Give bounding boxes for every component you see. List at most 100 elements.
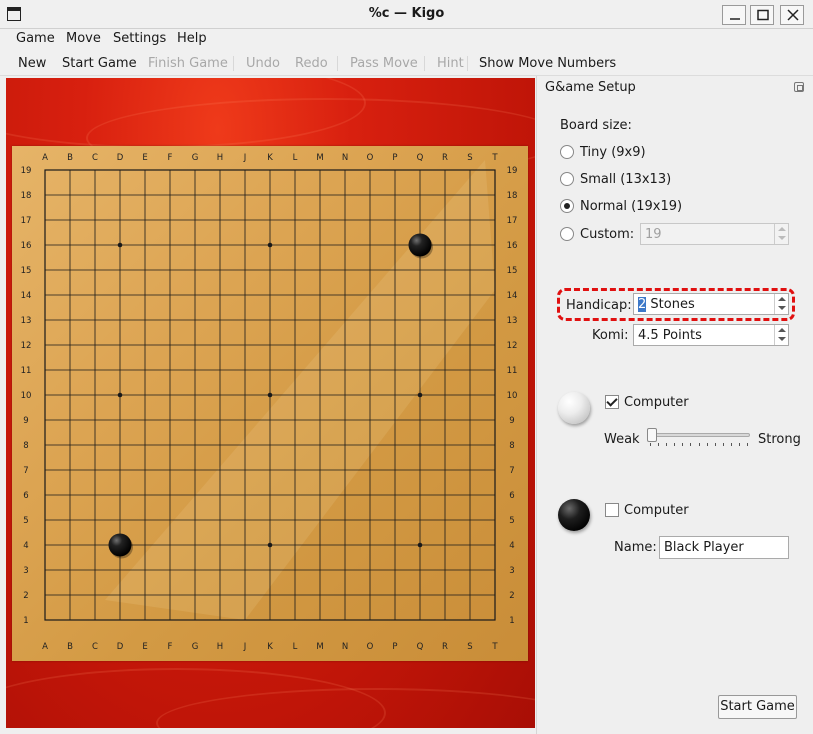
maximize-button[interactable] [750, 5, 774, 25]
row-label: 17 [507, 216, 518, 226]
column-label: B [67, 153, 73, 163]
column-label: B [67, 642, 73, 652]
column-label: N [342, 153, 348, 163]
undo-button[interactable]: Undo [246, 56, 280, 71]
row-label: 17 [21, 216, 32, 226]
column-label: M [316, 642, 323, 652]
pass-move-button[interactable]: Pass Move [350, 56, 418, 71]
close-icon [787, 9, 799, 21]
row-label: 11 [507, 366, 518, 376]
minimize-button[interactable] [722, 5, 746, 25]
float-panel-icon[interactable] [794, 82, 804, 92]
star-point [417, 392, 423, 398]
toolbar-separator [337, 56, 338, 71]
white-computer-label[interactable]: Computer [624, 395, 689, 410]
handicap-spinbox[interactable]: 2 Stones [633, 293, 789, 315]
column-label: A [42, 153, 48, 163]
row-label: 15 [21, 266, 32, 276]
board-area: A A B B C C D D E E F F G G H H J J K K L L M M N N O O P P Q Q R R S S T T 19… [6, 78, 535, 728]
row-label: 13 [507, 316, 518, 326]
slider-tick [730, 443, 732, 446]
spin-arrows-icon[interactable] [774, 325, 788, 345]
column-label: O [367, 153, 374, 163]
menu-game-label: Game [16, 31, 55, 46]
go-board-grid[interactable]: AABBCCDDEEFFGGHHJJKKLLMMNNOOPPQQRRSSTT19… [12, 146, 528, 661]
column-label: K [267, 153, 273, 163]
column-label: T [491, 642, 498, 652]
komi-value: 4.5 Points [638, 328, 702, 343]
spin-arrows-icon[interactable] [774, 224, 788, 244]
strength-slider-handle[interactable] [647, 428, 657, 442]
menu-help[interactable]: Help [177, 31, 207, 46]
column-label: J [243, 153, 247, 163]
star-point [267, 392, 273, 398]
row-label: 12 [21, 341, 32, 351]
menu-move[interactable]: Move [66, 31, 101, 46]
radio-custom-label[interactable]: Custom: [580, 227, 634, 242]
row-label: 8 [23, 441, 28, 451]
handicap-label: Handicap: [566, 298, 632, 313]
komi-spinbox[interactable]: 4.5 Points [633, 324, 789, 346]
column-label: H [217, 642, 223, 652]
black-name-field[interactable] [659, 536, 789, 559]
radio-tiny-label[interactable]: Tiny (9x9) [580, 145, 646, 160]
toolbar-separator [424, 56, 425, 71]
column-label: E [142, 642, 147, 652]
close-button[interactable] [780, 5, 804, 25]
new-button[interactable]: New [18, 56, 46, 71]
row-label: 9 [23, 416, 28, 426]
row-label: 7 [509, 466, 514, 476]
board-size-label: Board size: [560, 118, 632, 133]
row-label: 8 [509, 441, 514, 451]
white-computer-checkbox[interactable] [605, 395, 619, 409]
column-label: R [442, 153, 448, 163]
black-name-input[interactable] [664, 540, 784, 555]
column-label: J [243, 642, 247, 652]
show-move-numbers-button[interactable]: Show Move Numbers [479, 56, 616, 71]
start-game-toolbar-button[interactable]: Start Game [62, 56, 137, 71]
row-label: 10 [21, 391, 32, 401]
row-label: 13 [21, 316, 32, 326]
menu-settings[interactable]: Settings [113, 31, 166, 46]
menu-settings-label: Settings [113, 31, 167, 46]
row-label: 1 [509, 616, 514, 626]
board-sheen [105, 160, 495, 620]
row-label: 16 [21, 241, 32, 251]
radio-normal-label[interactable]: Normal (19x19) [580, 199, 682, 214]
black-computer-checkbox[interactable] [605, 503, 619, 517]
star-point [267, 542, 273, 548]
custom-size-spinbox[interactable]: 19 [640, 223, 789, 245]
spin-arrows-icon[interactable] [774, 294, 788, 314]
strength-slider[interactable] [647, 433, 750, 437]
row-label: 18 [21, 191, 32, 201]
start-game-button[interactable]: Start Game [718, 695, 797, 719]
redo-button[interactable]: Redo [295, 56, 328, 71]
row-label: 14 [507, 291, 518, 301]
hint-button[interactable]: Hint [437, 56, 464, 71]
column-label: T [491, 153, 498, 163]
column-label: F [168, 642, 173, 652]
go-board[interactable]: A A B B C C D D E E F F G G H H J J K K L L M M N N O O P P Q Q R R S S T T 19… [12, 146, 528, 661]
column-label: A [42, 642, 48, 652]
column-label: C [92, 642, 98, 652]
column-label: S [467, 153, 472, 163]
white-stone-icon [558, 392, 590, 424]
radio-custom[interactable] [560, 227, 574, 241]
maximize-icon [757, 9, 769, 21]
finish-game-button[interactable]: Finish Game [148, 56, 228, 71]
row-label: 6 [23, 491, 28, 501]
column-label: L [293, 642, 298, 652]
komi-label: Komi: [592, 328, 629, 343]
row-label: 6 [509, 491, 514, 501]
column-label: D [117, 642, 124, 652]
menu-help-label: Help [177, 31, 207, 46]
column-label: G [192, 153, 199, 163]
black-stone [408, 233, 432, 257]
menu-game[interactable]: Game [16, 31, 55, 46]
radio-small-label[interactable]: Small (13x13) [580, 172, 671, 187]
black-computer-label[interactable]: Computer [624, 503, 689, 518]
radio-normal[interactable] [560, 199, 574, 213]
radio-small[interactable] [560, 172, 574, 186]
slider-tick [666, 443, 668, 446]
radio-tiny[interactable] [560, 145, 574, 159]
